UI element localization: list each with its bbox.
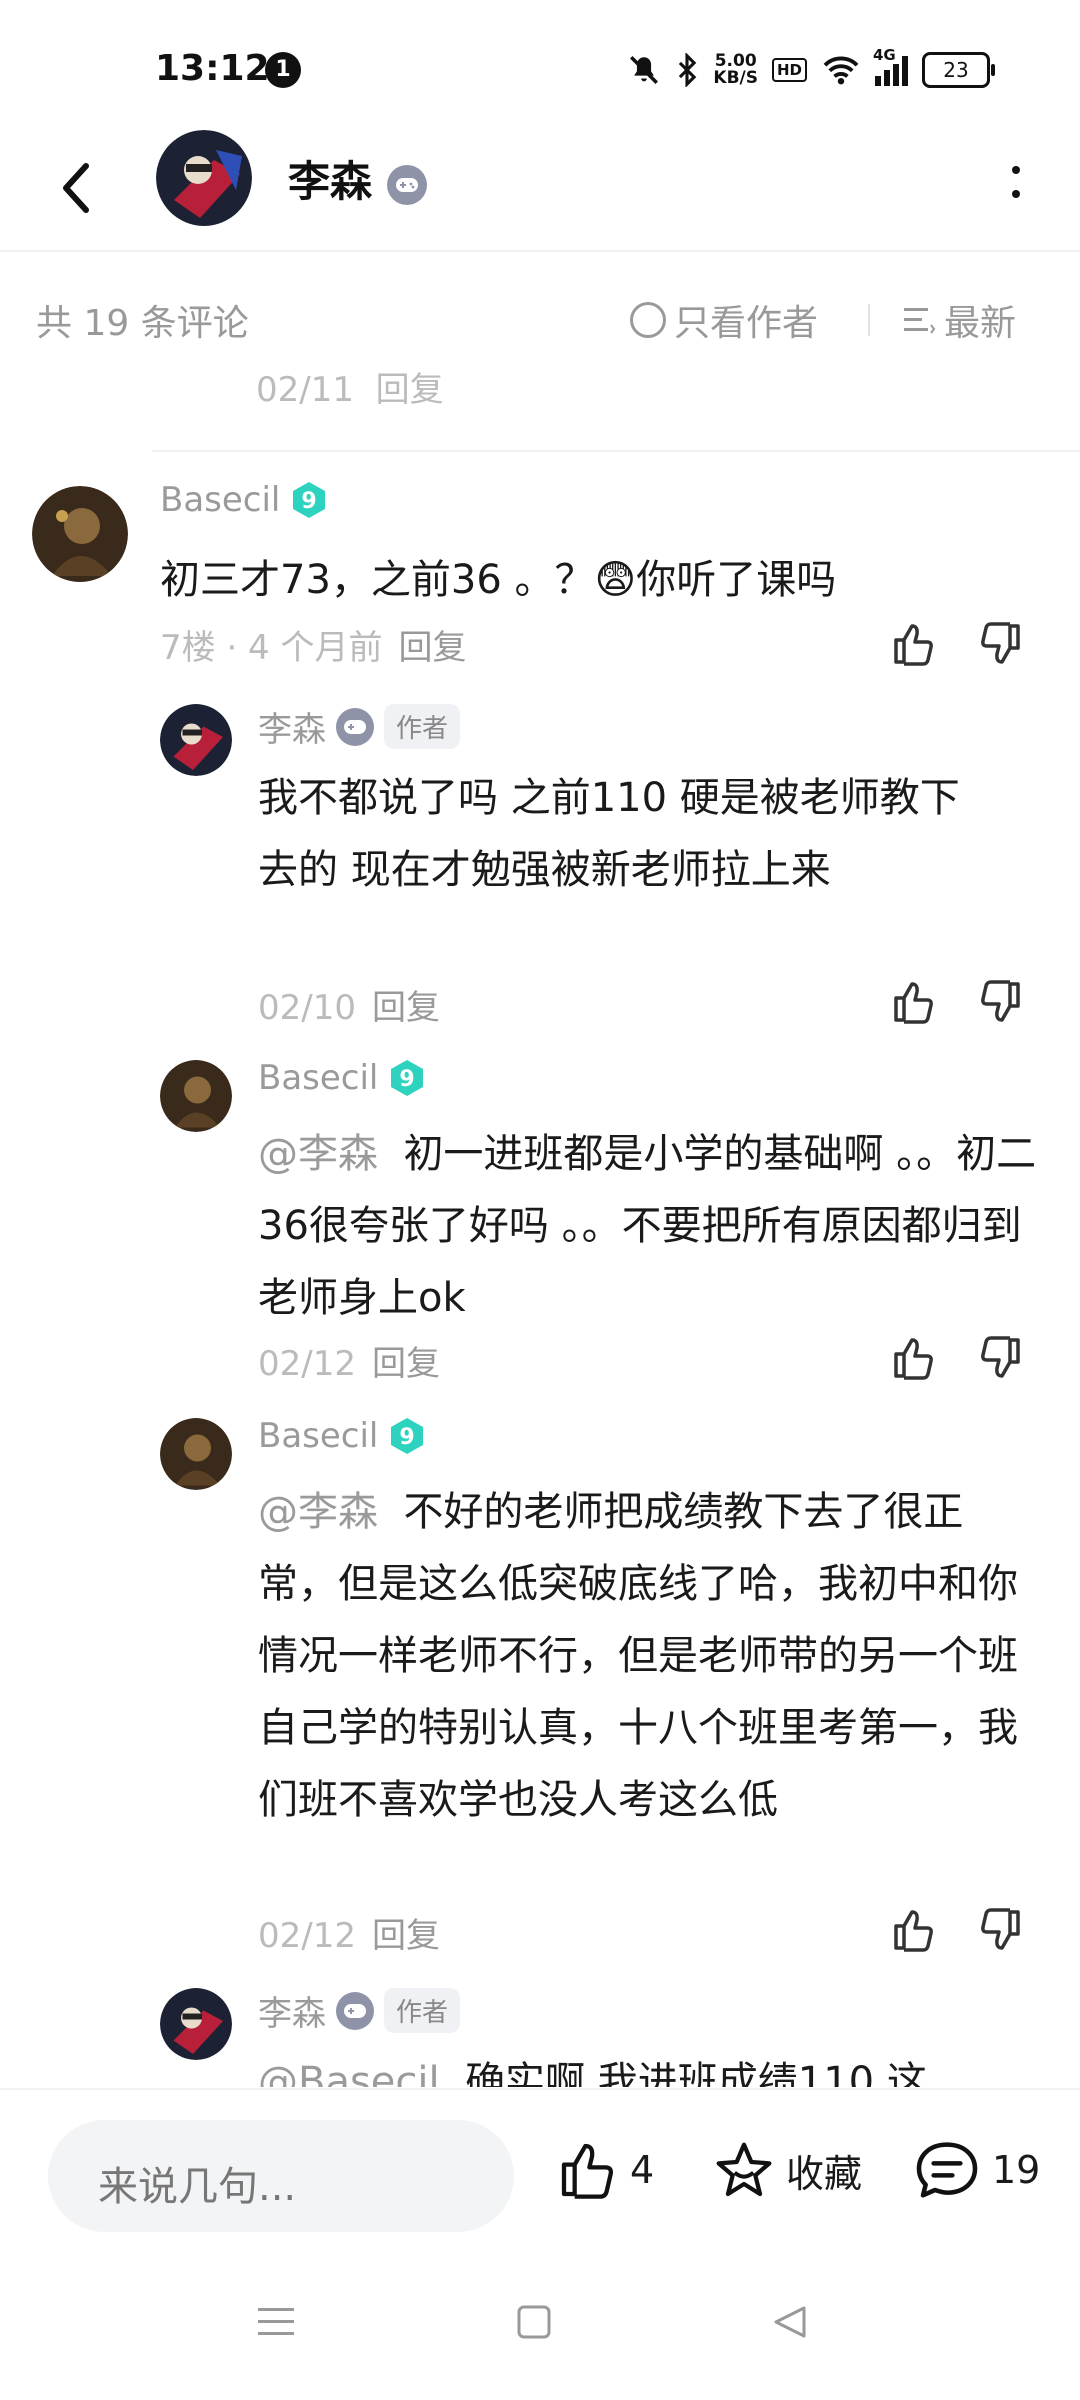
thumb-down-icon[interactable] (978, 1906, 1026, 1954)
like-button[interactable]: 4 (556, 2138, 654, 2202)
reply-username[interactable]: 李森 作者 (258, 702, 461, 751)
comment-count: 共 19 条评论 (36, 303, 249, 344)
avatar[interactable] (160, 1988, 232, 2060)
reply-username[interactable]: 李森 作者 (258, 1986, 461, 2035)
gamepad-badge-icon (386, 164, 427, 205)
header-avatar[interactable] (156, 130, 252, 226)
thumb-up-icon[interactable] (888, 1334, 936, 1382)
sort-lines-icon (904, 308, 936, 334)
star-icon (716, 2142, 772, 2197)
favorite-button[interactable]: 收藏 (712, 2138, 862, 2202)
separator (152, 450, 1080, 452)
reply-link[interactable]: 回复 (372, 988, 440, 1028)
svg-text:9: 9 (400, 1425, 415, 1450)
reply-text: @Basecil 确实啊 我进班成绩110 这 (258, 2046, 1038, 2087)
level-badge-icon: 9 (391, 1418, 424, 1454)
comment-input[interactable]: 来说几句... (48, 2120, 514, 2232)
more-options-icon[interactable] (1008, 162, 1024, 202)
comment-text: 初三才73，之前36 。？😨你听了课吗 (160, 557, 837, 603)
home-icon[interactable] (516, 2304, 552, 2340)
reply-username[interactable]: Basecil 9 (258, 1416, 426, 1456)
bottom-action-bar: 来说几句... 4 收藏 19 (0, 2088, 1080, 2260)
mention[interactable]: @李森 (258, 1489, 378, 1535)
reply-meta: 02/12 回复 (258, 1916, 440, 1956)
wifi-icon (823, 56, 859, 85)
thumb-down-icon[interactable] (978, 620, 1026, 668)
comment-username[interactable]: Basecil 9 (160, 480, 328, 520)
svg-text:9: 9 (400, 1067, 415, 1092)
signal-icon: 4G (873, 46, 908, 86)
battery-icon: 23 (922, 52, 995, 88)
cut-off-meta: 02/11 回复 (256, 372, 444, 410)
mention[interactable]: @Basecil (258, 2059, 440, 2087)
system-nav-bar (0, 2258, 1080, 2400)
reply-meta: 02/12 回复 (258, 1344, 440, 1384)
reply-link[interactable]: 回复 (372, 1916, 440, 1956)
comment-meta: 7楼 · 4 个月前 回复 (160, 628, 467, 668)
avatar[interactable] (160, 704, 232, 776)
thumb-up-icon[interactable] (888, 1906, 936, 1954)
thumb-down-icon[interactable] (978, 1334, 1026, 1382)
reply-link[interactable]: 回复 (372, 1344, 440, 1384)
reply-text: @李森 不好的老师把成绩教下去了很正常，但是这么低突破底线了哈，我初中和你情况一… (258, 1489, 1018, 1823)
comment-list: 02/11 回复 Basecil 9 初三才73，之前36 。？😨你听了课吗 7… (0, 372, 1080, 2087)
avatar[interactable] (32, 486, 128, 582)
comment-filter-bar: 共 19 条评论 只看作者 最新 (0, 252, 1080, 372)
bluetooth-icon (679, 53, 697, 87)
back-arrow-icon[interactable] (56, 152, 96, 224)
header-title: 李森 (288, 148, 427, 209)
gamepad-badge-icon (336, 707, 374, 746)
avatar[interactable] (160, 1418, 232, 1490)
mute-icon (630, 55, 659, 85)
comment-bubble-icon (916, 2142, 978, 2198)
status-time: 13:12 (155, 48, 270, 89)
reply-text: 我不都说了吗 之前110 硬是被老师教下去的 现在才勉强被新老师拉上来 (258, 775, 960, 893)
divider (868, 304, 870, 336)
notification-badge: 1 (265, 52, 301, 88)
reply-text: @李森 初一进班都是小学的基础啊 。。初二36很夸张了好吗 。。不要把所有原因都… (258, 1131, 1037, 1321)
level-badge-icon: 9 (293, 482, 326, 518)
net-speed: 5.00 KB/S (713, 51, 758, 88)
status-bar: 13:12 1 5.00 KB/S HD 4G 23 (0, 0, 1080, 130)
comments-button[interactable]: 19 (912, 2138, 1040, 2202)
thumb-up-icon[interactable] (888, 620, 936, 668)
avatar[interactable] (160, 1060, 232, 1132)
reply-username[interactable]: Basecil 9 (258, 1058, 426, 1098)
reply-link[interactable]: 回复 (399, 628, 467, 668)
only-author-toggle[interactable]: 只看作者 (630, 294, 818, 346)
mention[interactable]: @李森 (258, 1131, 378, 1177)
menu-icon[interactable] (256, 2304, 296, 2340)
thumb-up-icon[interactable] (888, 978, 936, 1026)
gamepad-badge-icon (336, 1991, 374, 2030)
hd-badge: HD (771, 58, 807, 82)
svg-text:9: 9 (302, 489, 317, 514)
sort-button[interactable]: 最新 (904, 294, 1016, 346)
back-nav-icon[interactable] (772, 2304, 808, 2340)
author-tag: 作者 (384, 704, 461, 749)
thumb-up-icon (561, 2143, 614, 2199)
status-icons: 5.00 KB/S HD 4G 23 (627, 46, 995, 92)
reply-meta: 02/10 回复 (258, 988, 440, 1028)
author-tag: 作者 (384, 1988, 461, 2033)
thumb-down-icon[interactable] (978, 978, 1026, 1026)
radio-circle-icon (630, 302, 666, 338)
level-badge-icon: 9 (391, 1060, 424, 1096)
